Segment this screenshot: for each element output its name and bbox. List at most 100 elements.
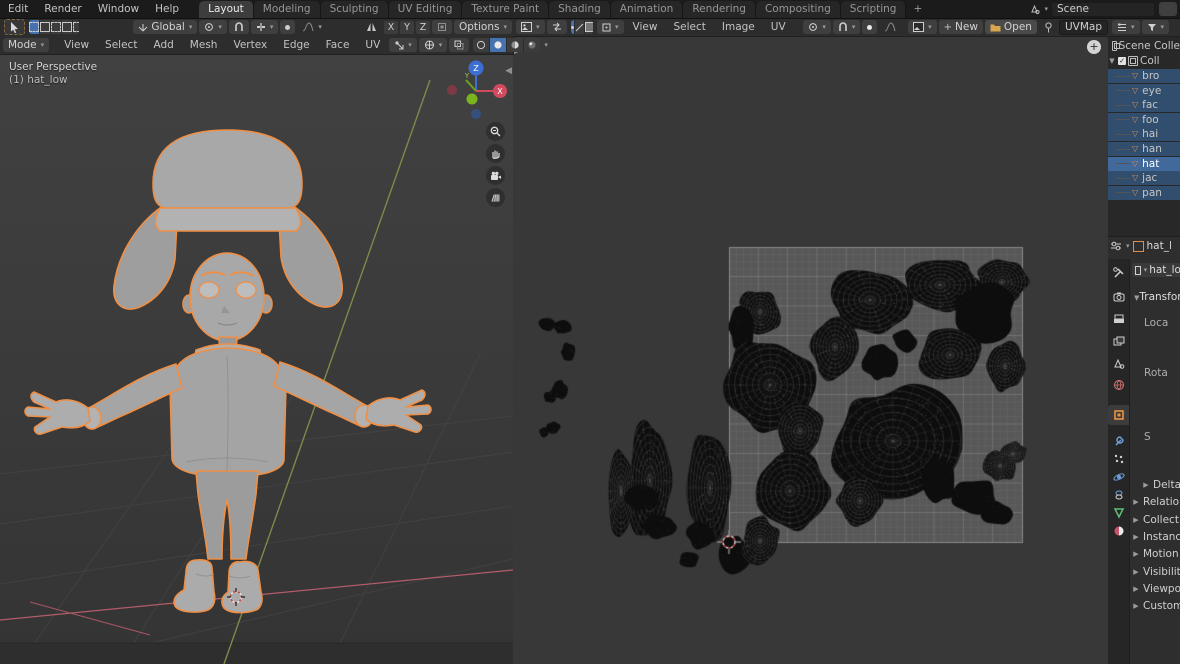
browse-image-dropdown[interactable]: ▾ [908, 20, 937, 34]
uv-canvas[interactable] [513, 36, 1108, 664]
workspace-tab-modeling[interactable]: Modeling [254, 1, 321, 18]
properties-editor-icon[interactable] [1110, 241, 1122, 251]
snap-base-button[interactable] [432, 20, 452, 34]
camera-view-button[interactable] [486, 166, 505, 185]
show-overlays-dropdown[interactable]: ▾ [419, 38, 448, 52]
workspace-tab-compositing[interactable]: Compositing [756, 1, 841, 18]
panel-collectio[interactable]: ▶Collectio [1132, 514, 1180, 526]
outliner-display-mode-dropdown[interactable]: ▾ [1112, 20, 1140, 34]
uv-sync-selection-toggle[interactable] [547, 20, 567, 34]
active-tool-button[interactable] [4, 19, 25, 35]
gizmo-y-neg[interactable] [467, 94, 478, 105]
viewport-3d[interactable]: Z X Y User Perspective (1) hat_low ◀ [0, 54, 514, 664]
panel-relations[interactable]: ▶Relations [1132, 496, 1180, 508]
properties-editor-dropdown[interactable]: ▾ [1126, 242, 1130, 250]
uv-pivot-dropdown[interactable]: ▾ [803, 20, 831, 34]
panel-delta-tr[interactable]: ▶Delta Tr [1142, 479, 1180, 491]
mirror-x-button[interactable]: X [384, 21, 398, 34]
outliner-collection[interactable]: ▼✓Coll [1108, 54, 1180, 68]
shading-dropdown-arrow[interactable]: ▾ [544, 41, 548, 49]
gizmo-x-neg[interactable] [447, 85, 457, 95]
workspace-tab-shading[interactable]: Shading [549, 1, 611, 18]
properties-tab-scene[interactable] [1108, 354, 1129, 374]
shading-wireframe-button[interactable] [473, 38, 490, 52]
menu-help[interactable]: Help [147, 0, 187, 18]
shading-rendered-button[interactable] [524, 38, 540, 52]
open-image-button[interactable]: Open [985, 20, 1037, 34]
shading-material-button[interactable] [507, 38, 524, 52]
character-model[interactable] [25, 130, 431, 613]
panel-custom-p[interactable]: ▶Custom P [1132, 600, 1180, 612]
navigation-gizmo[interactable]: Z X Y [447, 61, 507, 120]
viewport-menu-select[interactable]: Select [97, 36, 145, 54]
mode-dropdown[interactable]: Mode▾ [3, 38, 49, 52]
viewport-menu-mesh[interactable]: Mesh [182, 36, 226, 54]
proportional-edit-toggle[interactable] [280, 20, 295, 34]
workspace-tab-sculpting[interactable]: Sculpting [321, 1, 389, 18]
uv-falloff-dropdown[interactable] [879, 20, 901, 34]
uv-select-edge-button[interactable] [575, 20, 585, 34]
uv-select-face-button[interactable] [585, 20, 594, 34]
sidebar-collapse-arrow[interactable]: ◀ [505, 66, 512, 76]
outliner-object-fac[interactable]: ▽fac [1108, 98, 1180, 112]
xray-toggle-dropdown[interactable] [449, 38, 469, 52]
menu-window[interactable]: Window [90, 0, 147, 18]
viewport-menu-uv[interactable]: UV [357, 36, 388, 54]
pin-image-icon[interactable] [1039, 20, 1058, 34]
uv-proportional-toggle[interactable] [862, 20, 877, 34]
mirror-y-button[interactable]: Y [400, 21, 414, 34]
properties-tab-object[interactable] [1108, 405, 1129, 425]
select-subtract-button[interactable] [51, 20, 62, 34]
show-gizmo-dropdown[interactable]: ▾ [389, 38, 417, 52]
properties-tab-physics[interactable] [1108, 467, 1129, 487]
menu-render[interactable]: Render [36, 0, 89, 18]
shading-solid-button[interactable] [490, 38, 507, 52]
scene-dropdown-arrow[interactable]: ▾ [1044, 5, 1048, 13]
viewport-menu-face[interactable]: Face [318, 36, 358, 54]
workspace-tab-scripting[interactable]: Scripting [841, 1, 907, 18]
viewport-menu-add[interactable]: Add [145, 36, 181, 54]
properties-tab-object-data[interactable] [1108, 503, 1129, 523]
toggle-perspective-button[interactable] [486, 188, 505, 207]
uvmap-name-field[interactable]: UVMap [1059, 20, 1108, 35]
select-set-button[interactable] [29, 20, 40, 34]
outliner-object-han[interactable]: ▽han [1108, 142, 1180, 156]
workspace-tab-layout[interactable]: Layout [199, 1, 254, 18]
properties-tab-tool[interactable] [1108, 263, 1129, 283]
transform-panel-header[interactable]: ▼Transform [1134, 291, 1180, 303]
select-intersect-button[interactable] [73, 20, 79, 34]
workspace-tab-uv-editing[interactable]: UV Editing [389, 1, 463, 18]
uv-menu-select[interactable]: Select [665, 18, 713, 36]
properties-tab-material[interactable] [1108, 521, 1129, 541]
panel-motion-pa[interactable]: ▶Motion Pa [1132, 548, 1180, 560]
viewport-menu-edge[interactable]: Edge [275, 36, 317, 54]
properties-tab-render[interactable] [1108, 287, 1129, 307]
add-workspace-button[interactable]: + [906, 3, 929, 15]
outliner-scene-collection[interactable]: Scene Colle [1108, 39, 1180, 53]
mirror-z-button[interactable]: Z [416, 21, 430, 34]
properties-tab-particles[interactable] [1108, 449, 1129, 469]
uv-menu-view[interactable]: View [625, 18, 666, 36]
zoom-button[interactable] [486, 122, 505, 141]
proportional-falloff-dropdown[interactable]: ▾ [297, 20, 327, 34]
outliner-filter-dropdown[interactable]: ▾ [1142, 20, 1170, 34]
panel-viewport[interactable]: ▶Viewport [1132, 583, 1180, 595]
uv-menu-uv[interactable]: UV [763, 18, 794, 36]
outliner-object-eye[interactable]: ▽eye [1108, 84, 1180, 98]
properties-tab-world[interactable] [1108, 375, 1129, 395]
pivot-point-dropdown[interactable]: ▾ [199, 20, 227, 34]
outliner-object-jac[interactable]: ▽jac [1108, 171, 1180, 185]
select-extend-button[interactable] [40, 20, 51, 34]
scene-name-field[interactable]: Scene [1051, 2, 1155, 17]
uv-add-overlay-button[interactable]: + [1087, 40, 1101, 54]
sticky-selection-dropdown[interactable]: ▾ [597, 20, 624, 34]
workspace-tab-rendering[interactable]: Rendering [683, 1, 756, 18]
transform-orientation-dropdown[interactable]: Global▾ [133, 20, 197, 34]
properties-tab-output[interactable] [1108, 310, 1129, 330]
outliner-object-foo[interactable]: ▽foo [1108, 113, 1180, 127]
outliner-object-pan[interactable]: ▽pan [1108, 186, 1180, 200]
collection-checkbox[interactable]: ✓ [1118, 57, 1126, 65]
select-invert-button[interactable] [62, 20, 73, 34]
snap-toggle-button[interactable] [229, 20, 249, 34]
properties-tab-modifiers[interactable] [1108, 431, 1129, 451]
